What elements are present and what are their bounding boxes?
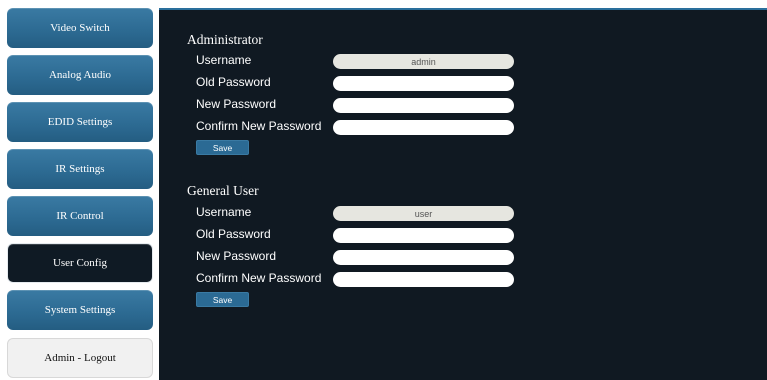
user-save-button[interactable]: Save — [196, 292, 249, 307]
admin-new-password-label: New Password — [196, 97, 277, 111]
admin-confirm-password-label: Confirm New Password — [196, 119, 322, 133]
nav-user-config-button[interactable]: User Config — [7, 243, 153, 283]
user-confirm-password-field[interactable] — [333, 272, 514, 287]
admin-confirm-password-field[interactable] — [333, 120, 514, 135]
admin-logout-button[interactable]: Admin - Logout — [7, 338, 153, 378]
nav-system-settings-button[interactable]: System Settings — [7, 290, 153, 330]
user-new-password-field[interactable] — [333, 250, 514, 265]
nav-video-switch-button[interactable]: Video Switch — [7, 8, 153, 48]
user-config-panel: Administrator Username Old Password New … — [159, 8, 767, 380]
general-user-section-title: General User — [187, 183, 259, 198]
sidebar-nav: Video Switch Analog Audio EDID Settings … — [0, 0, 157, 380]
user-confirm-password-label: Confirm New Password — [196, 271, 322, 285]
nav-edid-settings-button[interactable]: EDID Settings — [7, 102, 153, 142]
nav-ir-control-button[interactable]: IR Control — [7, 196, 153, 236]
nav-ir-settings-button[interactable]: IR Settings — [7, 149, 153, 189]
user-username-field[interactable] — [333, 206, 514, 221]
user-username-label: Username — [196, 205, 252, 219]
admin-old-password-field[interactable] — [333, 76, 514, 91]
user-old-password-label: Old Password — [196, 227, 271, 241]
admin-username-field[interactable] — [333, 54, 514, 69]
user-new-password-label: New Password — [196, 249, 277, 263]
admin-old-password-label: Old Password — [196, 75, 271, 89]
admin-username-label: Username — [196, 53, 252, 67]
admin-new-password-field[interactable] — [333, 98, 514, 113]
admin-save-button[interactable]: Save — [196, 140, 249, 155]
user-old-password-field[interactable] — [333, 228, 514, 243]
nav-analog-audio-button[interactable]: Analog Audio — [7, 55, 153, 95]
administrator-section-title: Administrator — [187, 32, 263, 47]
